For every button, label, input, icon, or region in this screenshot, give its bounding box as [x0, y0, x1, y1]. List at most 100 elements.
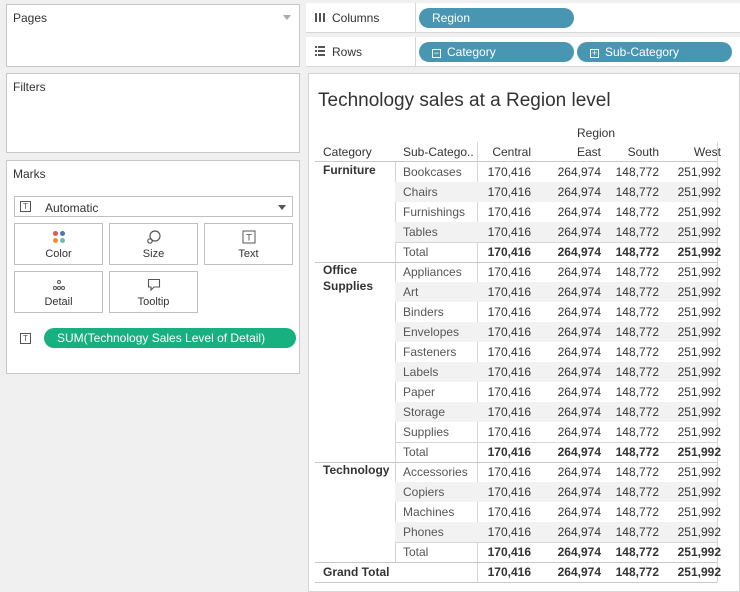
value-cell: 264,974 [557, 525, 601, 539]
grand-total-cell: 264,974 [557, 565, 601, 579]
value-cell: 170,416 [487, 505, 531, 519]
column-header-central: Central [492, 145, 531, 159]
grand-total-label: Grand Total [323, 565, 390, 579]
sub-category-label: Supplies [403, 425, 450, 439]
sub-category-label: Machines [403, 505, 455, 519]
total-label: Total [403, 245, 429, 259]
category-pill[interactable]: − Category [419, 42, 574, 62]
region-pill[interactable]: Region [419, 8, 574, 28]
sub-category-label: Paper [403, 385, 436, 399]
value-cell: 170,416 [487, 525, 531, 539]
tooltip-button[interactable]: Tooltip [109, 271, 198, 313]
filters-title: Filters [13, 80, 46, 94]
value-cell: 251,992 [677, 305, 721, 319]
value-cell: 170,416 [487, 325, 531, 339]
value-cell: 251,992 [677, 345, 721, 359]
total-top-line [395, 542, 717, 543]
detail-button[interactable]: Detail [14, 271, 103, 313]
left-panel: Pages Filters Marks T Automatic Color Si… [0, 0, 304, 592]
pages-card[interactable]: Pages [6, 4, 300, 67]
value-cell: 170,416 [487, 465, 531, 479]
value-cell: 148,772 [615, 385, 659, 399]
columns-label: Columns [332, 11, 380, 25]
value-cell: 148,772 [615, 545, 659, 559]
column-header-south: South [627, 145, 659, 159]
value-cell: 264,974 [557, 165, 601, 179]
sub-category-label: Storage [403, 405, 446, 419]
sub-category-pill[interactable]: + Sub-Category [577, 42, 732, 62]
sub-category-label: Binders [403, 305, 444, 319]
chevron-down-icon[interactable] [283, 15, 291, 20]
expand-icon[interactable]: + [590, 49, 599, 58]
text-mark-icon[interactable]: T [20, 333, 31, 344]
value-cell: 170,416 [487, 225, 531, 239]
total-top-line [395, 442, 717, 443]
category-pill-label: Category [447, 45, 496, 59]
value-cell: 264,974 [557, 425, 601, 439]
grand-total-cell: 148,772 [615, 565, 659, 579]
mark-type-select[interactable]: T Automatic [14, 196, 293, 217]
worksheet-view: Technology sales at a Region level Regio… [308, 73, 740, 592]
value-cell: 170,416 [487, 305, 531, 319]
value-cell: 148,772 [615, 485, 659, 499]
value-cell: 170,416 [487, 545, 531, 559]
value-cell: 264,974 [557, 325, 601, 339]
color-icon [15, 230, 102, 244]
crosstab: Region Category Sub-Catego.. Central East Sou… [309, 74, 740, 592]
color-label: Color [45, 248, 72, 260]
columns-shelf[interactable]: Columns Region [306, 3, 740, 33]
filters-card[interactable]: Filters [6, 73, 300, 153]
column-header-west: West [693, 145, 721, 159]
sub-category-label: Appliances [403, 265, 462, 279]
tooltip-icon [110, 278, 197, 292]
sub-category-label: Bookcases [403, 165, 462, 179]
category-header: Category [323, 145, 372, 159]
value-cell: 148,772 [615, 445, 659, 459]
sub-category-label: Copiers [403, 485, 445, 499]
value-cell: 251,992 [677, 485, 721, 499]
value-cell: 148,772 [615, 365, 659, 379]
value-cell: 148,772 [615, 425, 659, 439]
value-cell: 251,992 [677, 365, 721, 379]
marks-card: Marks T Automatic Color Size T Text Deta… [6, 160, 300, 374]
value-cell: 264,974 [557, 385, 601, 399]
chevron-down-icon [278, 205, 286, 210]
columns-shelf-label: Columns [306, 3, 416, 33]
column-header-east: East [576, 145, 601, 159]
detail-label: Detail [44, 296, 73, 308]
value-cell: 251,992 [677, 265, 721, 279]
value-cell: 148,772 [615, 305, 659, 319]
text-button[interactable]: T Text [204, 223, 293, 265]
sub-category-label: Art [403, 285, 419, 299]
text-icon: T [205, 230, 292, 244]
value-cell: 251,992 [677, 405, 721, 419]
value-cell: 251,992 [677, 545, 721, 559]
value-cell: 264,974 [557, 445, 601, 459]
rows-label: Rows [332, 45, 363, 59]
rows-shelf[interactable]: Rows − Category + Sub-Category [306, 37, 740, 67]
value-cell: 170,416 [487, 425, 531, 439]
total-top-line [395, 242, 717, 243]
measure-pill[interactable]: SUM(Technology Sales Level of Detail) [44, 328, 296, 348]
svg-text:T: T [245, 234, 252, 244]
value-cell: 251,992 [677, 245, 721, 259]
value-cell: 251,992 [677, 445, 721, 459]
sub-category-label: Chairs [403, 185, 438, 199]
value-cell: 148,772 [615, 205, 659, 219]
value-cell: 148,772 [615, 525, 659, 539]
value-cell: 264,974 [557, 345, 601, 359]
value-cell: 251,992 [677, 465, 721, 479]
value-cell: 148,772 [615, 225, 659, 239]
value-cell: 264,974 [557, 505, 601, 519]
sub-category-label: Envelopes [403, 325, 460, 339]
grand-total-cell: 251,992 [677, 565, 721, 579]
size-button[interactable]: Size [109, 223, 198, 265]
value-cell: 264,974 [557, 365, 601, 379]
columns-icon [314, 11, 326, 26]
color-button[interactable]: Color [14, 223, 103, 265]
detail-icon [15, 278, 102, 292]
value-cell: 170,416 [487, 485, 531, 499]
value-cell: 264,974 [557, 465, 601, 479]
collapse-icon[interactable]: − [432, 49, 441, 58]
value-cell: 170,416 [487, 345, 531, 359]
